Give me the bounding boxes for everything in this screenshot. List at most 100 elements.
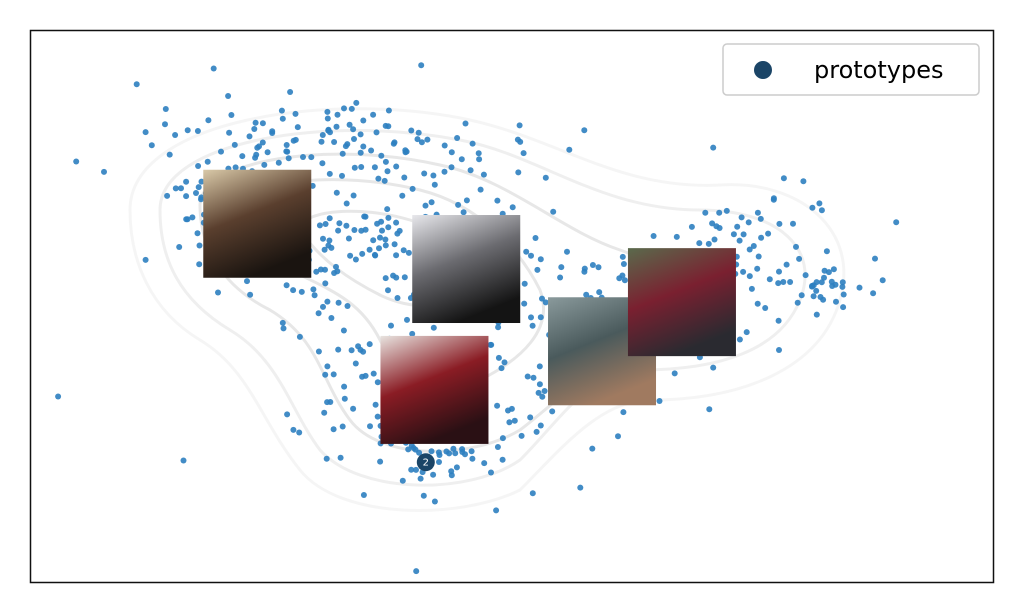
data-point (468, 448, 475, 455)
scatter-chart: 2 prototypes (29, 29, 995, 584)
data-point (335, 346, 342, 353)
data-point (581, 265, 588, 272)
data-point (794, 299, 801, 306)
data-point (333, 123, 340, 130)
data-point (528, 252, 534, 259)
data-point (536, 381, 543, 388)
data-point (409, 185, 416, 192)
data-point (326, 237, 333, 244)
data-point (348, 105, 355, 112)
data-point (716, 209, 723, 216)
data-point (494, 197, 501, 204)
data-point (378, 152, 385, 159)
data-point (734, 223, 741, 230)
data-point (247, 291, 254, 298)
data-point (239, 153, 246, 160)
data-point (671, 370, 678, 377)
data-point (283, 148, 290, 155)
data-point (706, 406, 713, 413)
data-point (796, 255, 803, 262)
data-point (840, 304, 847, 311)
data-point (290, 137, 297, 144)
data-point (839, 283, 846, 290)
data-point (292, 110, 299, 117)
data-point (334, 111, 341, 118)
data-point (184, 127, 191, 134)
data-point (368, 147, 375, 154)
data-point (529, 490, 536, 497)
data-point (514, 136, 521, 143)
data-point (458, 156, 465, 163)
data-point (823, 248, 830, 255)
prototype-label: 2 (423, 458, 429, 469)
data-point (520, 150, 527, 157)
data-point (431, 181, 438, 188)
prototype-image-performers-hats (627, 248, 736, 357)
data-point (818, 279, 825, 286)
legend-marker (754, 61, 772, 79)
data-point (359, 373, 366, 380)
data-point (360, 143, 367, 150)
data-point (324, 108, 331, 115)
data-point (374, 413, 381, 420)
data-point (101, 168, 107, 175)
data-point (840, 291, 847, 298)
data-point (401, 274, 408, 281)
data-point (180, 457, 187, 464)
data-point (711, 236, 718, 243)
data-point (498, 365, 505, 372)
data-point (413, 466, 419, 473)
data-point (766, 276, 773, 283)
data-point (537, 422, 544, 429)
data-point (550, 208, 557, 215)
data-point (340, 327, 347, 334)
data-point (231, 141, 238, 148)
data-point (279, 115, 286, 122)
data-point (818, 207, 825, 214)
data-point (328, 315, 335, 321)
data-point (477, 186, 484, 193)
data-point (385, 287, 391, 294)
data-point (370, 370, 377, 377)
data-point (394, 295, 401, 301)
data-point (776, 220, 783, 227)
data-point (564, 248, 570, 255)
data-point (183, 193, 190, 200)
data-point (673, 233, 680, 240)
data-point (783, 261, 790, 268)
data-point (264, 149, 271, 156)
data-point (341, 105, 347, 112)
prototype-markers: 2 (416, 453, 435, 472)
data-point (780, 175, 787, 182)
data-point (509, 204, 516, 211)
data-point (341, 383, 348, 390)
data-point (194, 128, 201, 134)
data-point (430, 324, 437, 331)
data-point (821, 267, 828, 274)
data-point (424, 136, 431, 143)
data-point (164, 192, 171, 199)
data-point (453, 464, 460, 471)
data-point (414, 136, 421, 143)
data-point (347, 252, 354, 259)
data-point (596, 289, 603, 296)
data-point (385, 107, 392, 114)
data-point (252, 119, 259, 126)
data-point (787, 279, 794, 285)
data-point (793, 243, 799, 250)
data-point (536, 363, 543, 370)
data-point (278, 107, 285, 114)
data-point (300, 154, 306, 160)
data-point (162, 106, 169, 112)
data-point (428, 199, 435, 206)
data-point (324, 115, 331, 122)
data-point (870, 290, 877, 297)
data-point (521, 300, 528, 307)
data-point (366, 246, 373, 253)
data-point (415, 129, 422, 136)
data-point (254, 144, 261, 151)
data-point (476, 156, 483, 163)
data-point (420, 492, 427, 499)
data-point (765, 230, 772, 237)
data-point (218, 148, 224, 155)
